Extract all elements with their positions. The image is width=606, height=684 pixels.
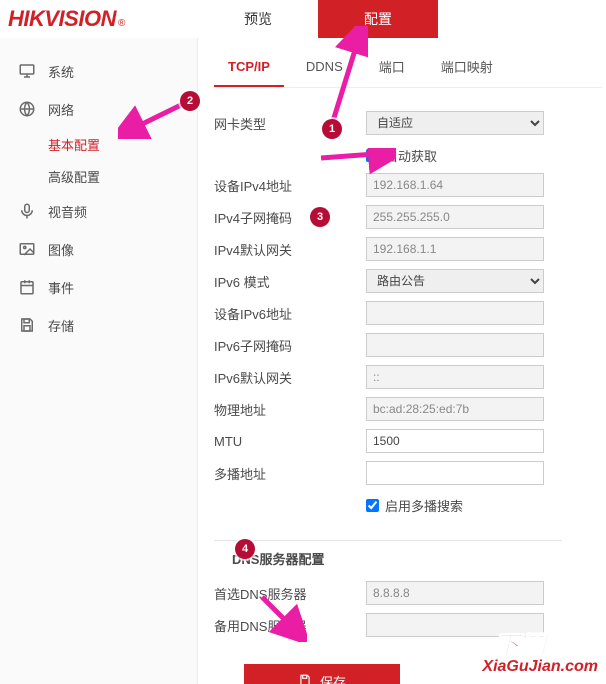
sidebar-sub-advanced[interactable]: 高级配置 <box>0 160 197 192</box>
ipv6-mask-input[interactable] <box>366 333 544 357</box>
ipv6-mode-label: IPv6 模式 <box>214 272 366 291</box>
multicast-label: 多播地址 <box>214 464 366 483</box>
mic-icon <box>18 202 36 220</box>
ipv4-gw-label: IPv4默认网关 <box>214 240 366 259</box>
tab-portmap[interactable]: 端口映射 <box>427 48 507 87</box>
sidebar-item-system[interactable]: 系统 <box>0 52 197 90</box>
dns-section-title: DNS服务器配置 <box>214 549 602 568</box>
mac-input[interactable] <box>366 397 544 421</box>
tcpip-form: 网卡类型 自适应 自动获取 设备IPv4地址 IPv4子网掩码 IPv4默认网关… <box>214 88 602 684</box>
ipv4-addr-label: 设备IPv4地址 <box>214 176 366 195</box>
save-icon <box>298 673 312 684</box>
callout-3: 3 <box>310 207 330 227</box>
callout-4: 4 <box>235 539 255 559</box>
ipv6-addr-input[interactable] <box>366 301 544 325</box>
ipv6-gw-input[interactable] <box>366 365 544 389</box>
sidebar-label: 图像 <box>48 240 74 259</box>
dns1-input[interactable] <box>366 581 544 605</box>
divider <box>214 540 562 541</box>
sidebar-label: 系统 <box>48 62 74 81</box>
ipv4-gw-input[interactable] <box>366 237 544 261</box>
sidebar-item-event[interactable]: 事件 <box>0 268 197 306</box>
sidebar-item-image[interactable]: 图像 <box>0 230 197 268</box>
multicast-search-label: 启用多播搜索 <box>385 496 463 515</box>
nav-config[interactable]: 配置 <box>318 0 438 38</box>
sidebar-label: 视音频 <box>48 202 87 221</box>
save-label: 保存 <box>320 672 346 684</box>
sidebar-sub-basic[interactable]: 基本配置 <box>0 128 197 160</box>
sidebar-item-av[interactable]: 视音频 <box>0 192 197 230</box>
ipv6-addr-label: 设备IPv6地址 <box>214 304 366 323</box>
sidebar-item-network[interactable]: 网络 <box>0 90 197 128</box>
sub-tabs: TCP/IP DDNS 端口 端口映射 <box>214 48 602 88</box>
nic-type-label: 网卡类型 <box>214 114 366 133</box>
mtu-input[interactable] <box>366 429 544 453</box>
sidebar-label: 事件 <box>48 278 74 297</box>
top-nav: 预览 配置 <box>198 0 438 38</box>
multicast-input[interactable] <box>366 461 544 485</box>
ipv6-gw-label: IPv6默认网关 <box>214 368 366 387</box>
tab-ddns[interactable]: DDNS <box>292 48 357 87</box>
auto-obtain-checkbox[interactable] <box>366 149 379 162</box>
sidebar-label: 存储 <box>48 316 74 335</box>
monitor-icon <box>18 62 36 80</box>
nic-type-select[interactable]: 自适应 <box>366 111 544 135</box>
brand-logo: HIKVISION ® <box>0 6 198 32</box>
save-icon <box>18 316 36 334</box>
header: HIKVISION ® 预览 配置 <box>0 0 606 38</box>
mac-label: 物理地址 <box>214 400 366 419</box>
multicast-search-checkbox[interactable] <box>366 499 379 512</box>
auto-obtain-label: 自动获取 <box>385 146 437 165</box>
tab-tcpip[interactable]: TCP/IP <box>214 48 284 87</box>
ipv4-mask-input[interactable] <box>366 205 544 229</box>
ipv4-mask-label: IPv4子网掩码 <box>214 208 366 227</box>
globe-icon <box>18 100 36 118</box>
nav-preview[interactable]: 预览 <box>198 0 318 38</box>
callout-1: 1 <box>322 119 342 139</box>
dns1-label: 首选DNS服务器 <box>214 584 366 603</box>
callout-2: 2 <box>180 91 200 111</box>
watermark: 下固件网 XiaGuJian.com <box>482 625 598 676</box>
save-button[interactable]: 保存 <box>244 664 400 684</box>
content-panel: TCP/IP DDNS 端口 端口映射 网卡类型 自适应 自动获取 设备IPv4… <box>198 38 606 684</box>
mtu-label: MTU <box>214 434 366 449</box>
calendar-icon <box>18 278 36 296</box>
ipv6-mask-label: IPv6子网掩码 <box>214 336 366 355</box>
ipv6-mode-select[interactable]: 路由公告 <box>366 269 544 293</box>
tab-port[interactable]: 端口 <box>365 48 419 87</box>
ipv4-addr-input[interactable] <box>366 173 544 197</box>
image-icon <box>18 240 36 258</box>
sidebar: 系统 网络 基本配置 高级配置 视音频 图像 事件 存储 <box>0 38 198 684</box>
dns2-label: 备用DNS服务器 <box>214 616 366 635</box>
sidebar-item-storage[interactable]: 存储 <box>0 306 197 344</box>
sidebar-label: 网络 <box>48 100 74 119</box>
